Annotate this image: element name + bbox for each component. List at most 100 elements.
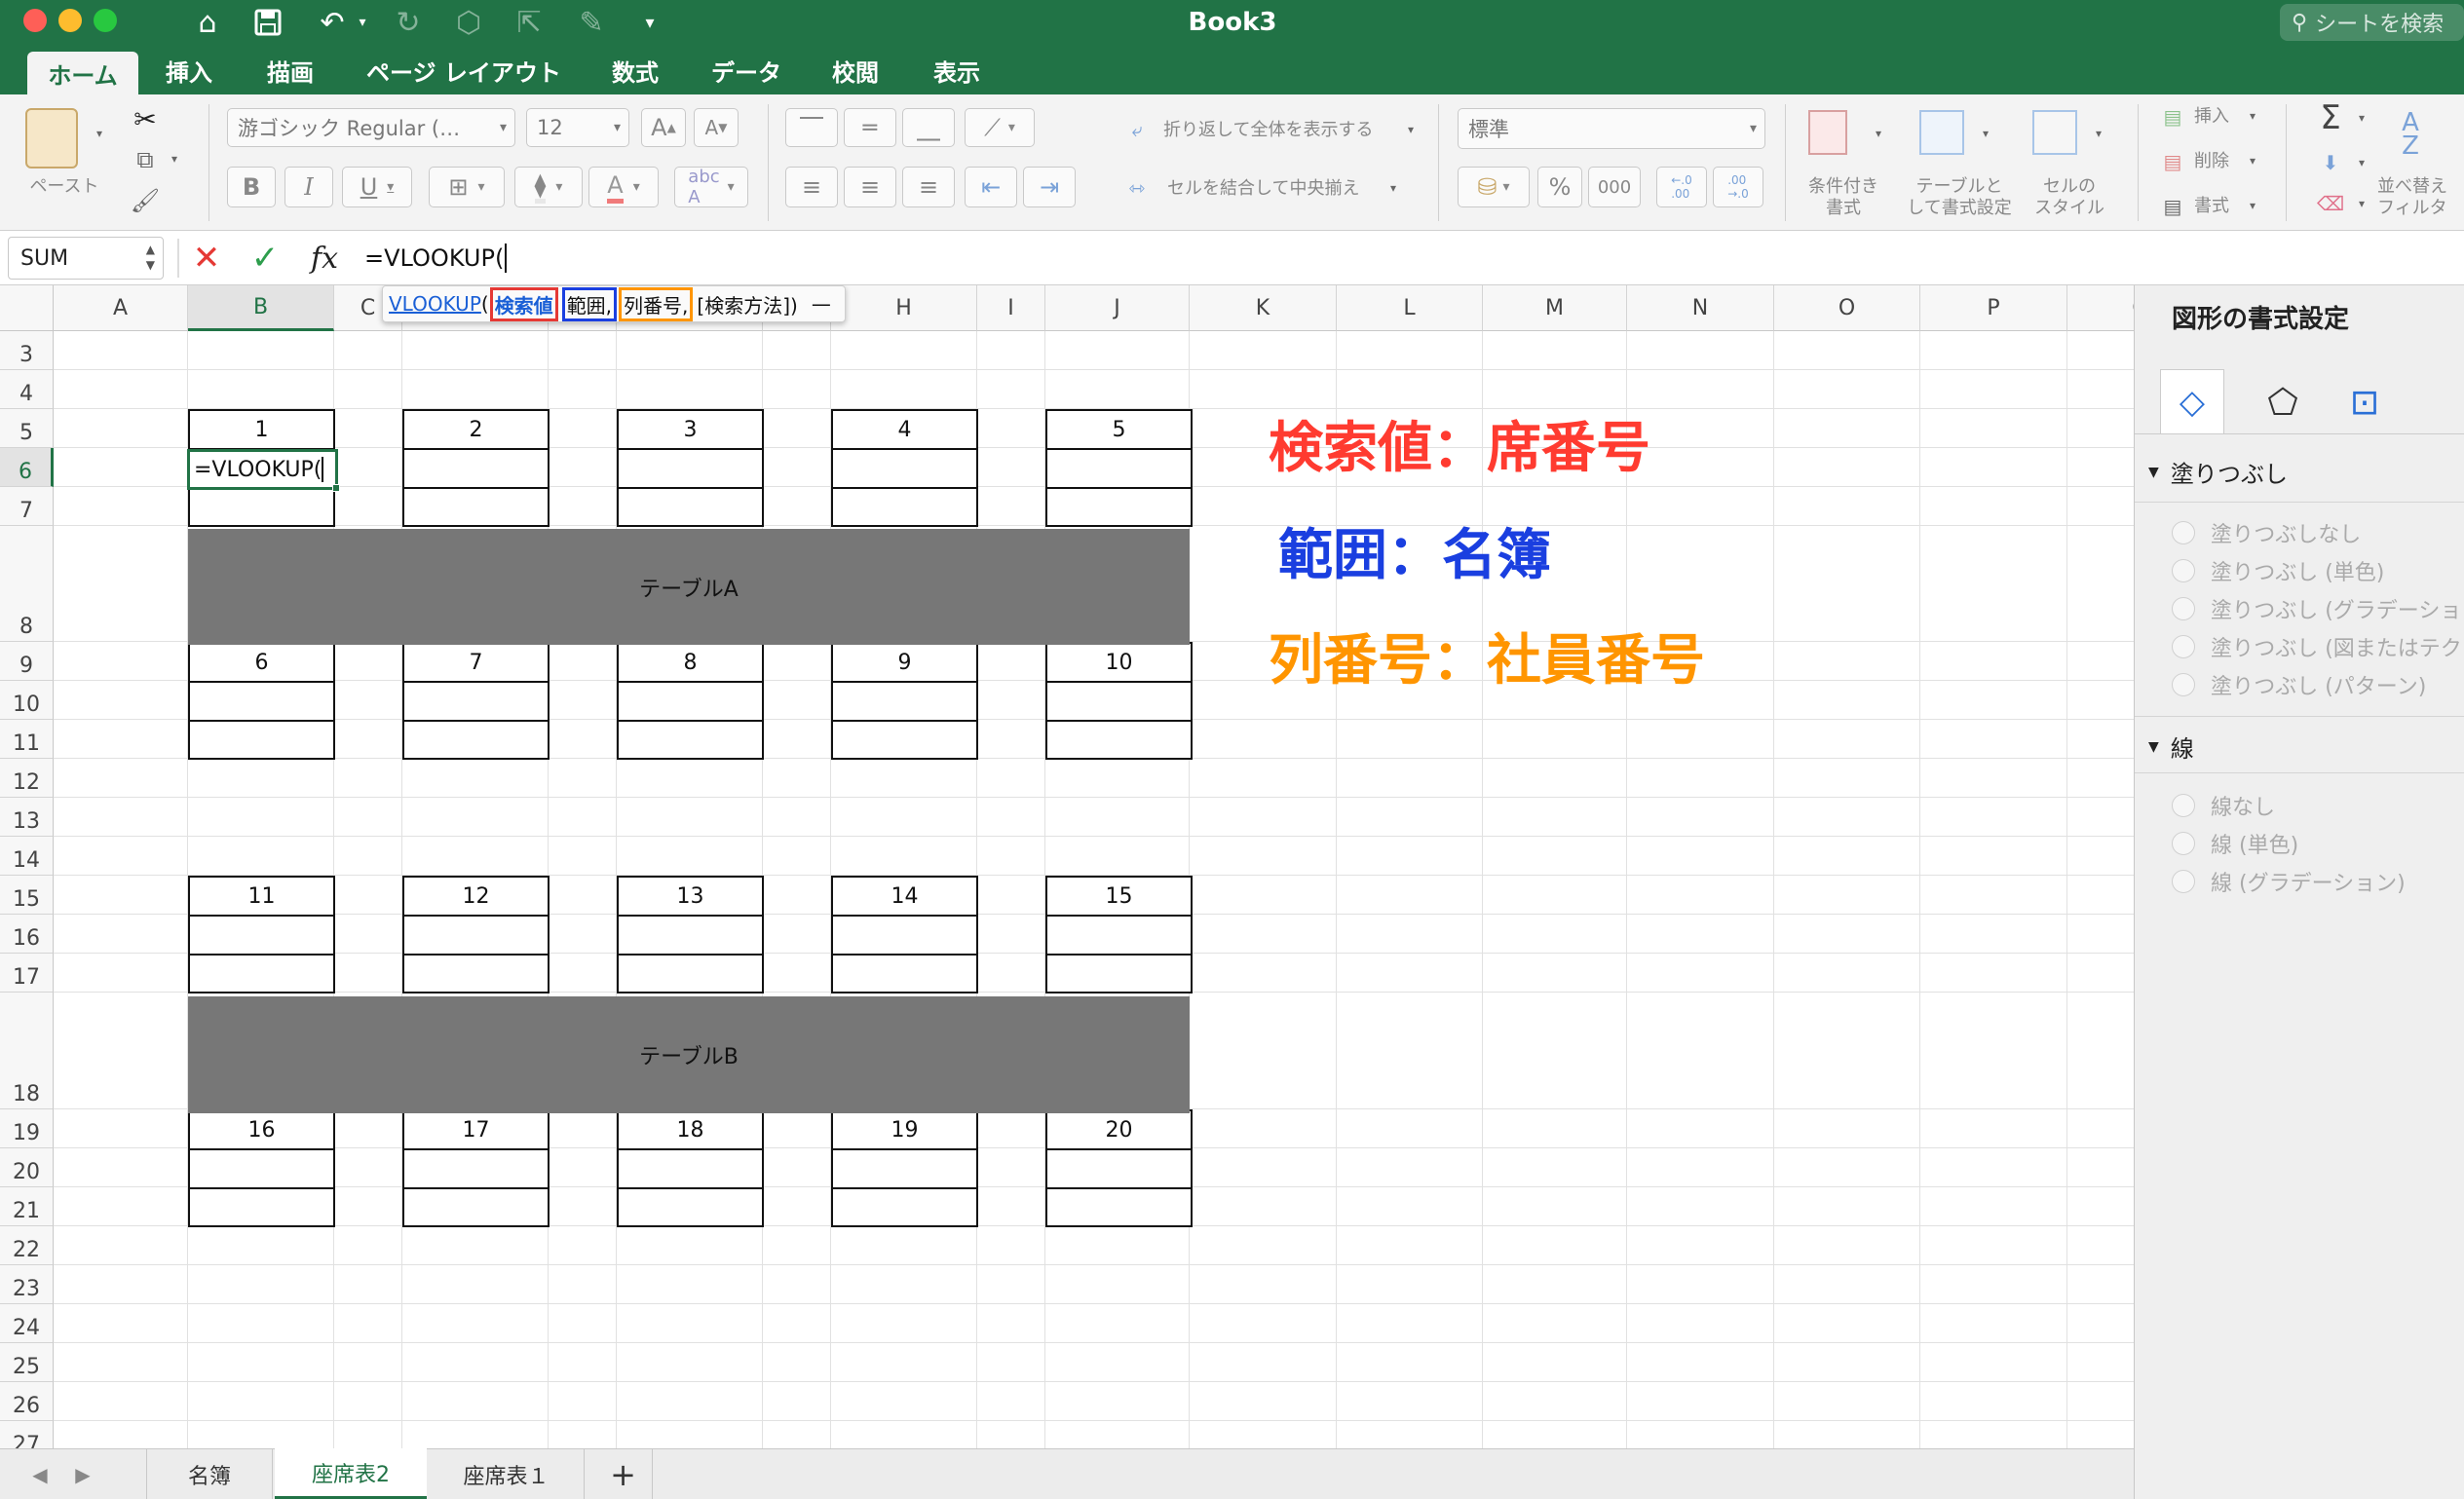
accounting-format-button[interactable]: ⛁ ▾ [1458, 167, 1530, 207]
seat-cell[interactable] [190, 917, 333, 956]
tab-review[interactable]: 校閲 [832, 46, 879, 94]
decrease-font-icon[interactable]: A ▼ [694, 108, 739, 147]
sort-filter-button[interactable]: 並べ替え フィルタ [2377, 176, 2464, 219]
paste-dropdown-icon[interactable]: ▾ [92, 124, 107, 143]
conditional-format-icon[interactable] [1808, 110, 1847, 155]
save-icon[interactable] [246, 0, 290, 45]
fill-none-option[interactable]: 塗りつぶしなし [2172, 517, 2361, 548]
row-header-20[interactable]: 20 [0, 1148, 54, 1187]
search-sheet-input[interactable]: ⚲ シートを検索 [2280, 4, 2464, 41]
line-solid-option[interactable]: 線 (単色) [2172, 828, 2298, 859]
row-header-24[interactable]: 24 [0, 1304, 54, 1343]
seat-number[interactable]: 18 [619, 1111, 762, 1150]
close-window-button[interactable] [23, 9, 47, 32]
increase-indent-icon[interactable]: ⇥ [1023, 167, 1076, 207]
align-left-icon[interactable]: ≡ [785, 167, 838, 207]
tab-formulas[interactable]: 数式 [612, 46, 659, 94]
conditional-format-dropdown-icon[interactable]: ▾ [1871, 124, 1886, 143]
delete-cells-icon[interactable]: ▤ [2157, 149, 2188, 174]
seat-cell[interactable] [404, 450, 548, 489]
line-gradient-option[interactable]: 線 (グラデーション) [2172, 866, 2406, 897]
seat-cell[interactable] [619, 1150, 762, 1189]
select-object-icon[interactable]: ⇱ [507, 0, 551, 45]
conditional-format-button[interactable]: 条件付き 書式 [1799, 176, 1888, 219]
row-header-17[interactable]: 17 [0, 954, 54, 993]
undo-icon[interactable]: ↶ [310, 0, 355, 45]
increase-font-icon[interactable]: A ▲ [641, 108, 686, 147]
tooltip-collapse-button[interactable]: — [812, 292, 831, 316]
seat-number[interactable]: 17 [404, 1111, 548, 1150]
column-header-m[interactable]: M [1483, 285, 1627, 331]
fill-solid-option[interactable]: 塗りつぶし (単色) [2172, 555, 2384, 586]
row-header-22[interactable]: 22 [0, 1226, 54, 1265]
seat-number[interactable]: 5 [1047, 411, 1191, 450]
sheet-tab-roster[interactable]: 名簿 [146, 1449, 273, 1499]
seat-number[interactable]: 15 [1047, 878, 1191, 917]
row-header-12[interactable]: 12 [0, 759, 54, 798]
decrease-decimal-icon[interactable]: .00 →.0 [1713, 167, 1763, 207]
tab-view[interactable]: 表示 [933, 46, 980, 94]
seat-number[interactable]: 14 [833, 878, 976, 917]
row-header-18[interactable]: 18 [0, 993, 54, 1109]
row-header-7[interactable]: 7 [0, 487, 54, 526]
seat-number[interactable]: 11 [190, 878, 333, 917]
merge-center-dropdown-icon[interactable]: ▾ [1385, 178, 1401, 198]
row-header-25[interactable]: 25 [0, 1343, 54, 1382]
cell-styles-button[interactable]: セルの スタイル [2023, 176, 2116, 219]
redo-icon[interactable]: ↻ [386, 0, 431, 45]
row-header-23[interactable]: 23 [0, 1265, 54, 1304]
sheet-tab-seating-2[interactable]: 座席表2 [275, 1448, 427, 1499]
borders-button[interactable]: ⊞ ▾ [429, 167, 505, 207]
align-bottom-icon[interactable]: ⎽ [902, 108, 955, 147]
seat-cell[interactable] [404, 1150, 548, 1189]
wrap-text-icon[interactable]: ⤶ [1120, 116, 1154, 143]
underline-button[interactable]: U ▾ [342, 167, 412, 207]
row-header-3[interactable]: 3 [0, 331, 54, 370]
cut-icon[interactable]: ✂ [129, 102, 162, 135]
row-header-6[interactable]: 6 [0, 448, 54, 487]
row-header-26[interactable]: 26 [0, 1382, 54, 1421]
row-header-19[interactable]: 19 [0, 1109, 54, 1148]
row-header-5[interactable]: 5 [0, 409, 54, 448]
effects-tab-icon[interactable]: ⬠ [2254, 375, 2312, 430]
insert-cells-icon[interactable]: ▤ [2157, 104, 2188, 130]
fill-handle[interactable] [332, 484, 340, 492]
number-format-select[interactable]: 標準 ▾ [1458, 108, 1765, 149]
increase-decimal-icon[interactable]: ←.0.00 [1656, 167, 1707, 207]
column-header-h[interactable]: H [831, 285, 977, 331]
column-header-j[interactable]: J [1045, 285, 1190, 331]
cell-styles-dropdown-icon[interactable]: ▾ [2091, 124, 2106, 143]
select-all-corner[interactable] [0, 285, 54, 331]
draw-pen-icon[interactable]: ✎ [569, 0, 614, 45]
row-header-10[interactable]: 10 [0, 681, 54, 720]
seat-cell[interactable] [833, 683, 976, 722]
insert-cells-button[interactable]: 挿入 [2194, 106, 2229, 128]
insert-function-icon[interactable]: fx [302, 235, 347, 281]
scroll-tabs-right-icon[interactable]: ▶ [68, 1449, 97, 1499]
seat-cell[interactable] [1047, 683, 1191, 722]
column-header-o[interactable]: O [1774, 285, 1920, 331]
phonetic-button[interactable]: abc A ▾ [674, 167, 748, 207]
seat-number[interactable]: 10 [1047, 644, 1191, 683]
tab-insert[interactable]: 挿入 [166, 46, 212, 94]
seat-cell[interactable] [190, 1150, 333, 1189]
seat-cell[interactable] [619, 450, 762, 489]
line-section-header[interactable]: ▼ 線 [2148, 730, 2194, 764]
row-header-9[interactable]: 9 [0, 642, 54, 681]
format-as-table-dropdown-icon[interactable]: ▾ [1978, 124, 1993, 143]
seat-number[interactable]: 20 [1047, 1111, 1191, 1150]
format-cells-button[interactable]: 書式 [2194, 196, 2229, 217]
align-middle-icon[interactable]: ═ [844, 108, 896, 147]
confirm-formula-icon[interactable]: ✓ [246, 235, 284, 281]
add-sheet-button[interactable]: + [594, 1449, 653, 1499]
fill-section-header[interactable]: ▼ 塗りつぶし [2148, 455, 2288, 489]
percent-button[interactable]: % [1537, 167, 1582, 207]
worksheet-grid[interactable]: ABCDEFGHIJKLMNOPQ 3456789101112131415161… [0, 285, 2134, 1448]
column-header-a[interactable]: A [54, 285, 188, 331]
row-header-27[interactable]: 27 [0, 1421, 54, 1448]
name-box[interactable]: SUM ▲ ▼ [8, 237, 164, 280]
seat-number[interactable]: 12 [404, 878, 548, 917]
seat-number[interactable]: 2 [404, 411, 548, 450]
wrap-text-button[interactable]: 折り返して全体を表示する [1163, 120, 1373, 141]
insert-cells-dropdown-icon[interactable]: ▾ [2245, 106, 2260, 126]
